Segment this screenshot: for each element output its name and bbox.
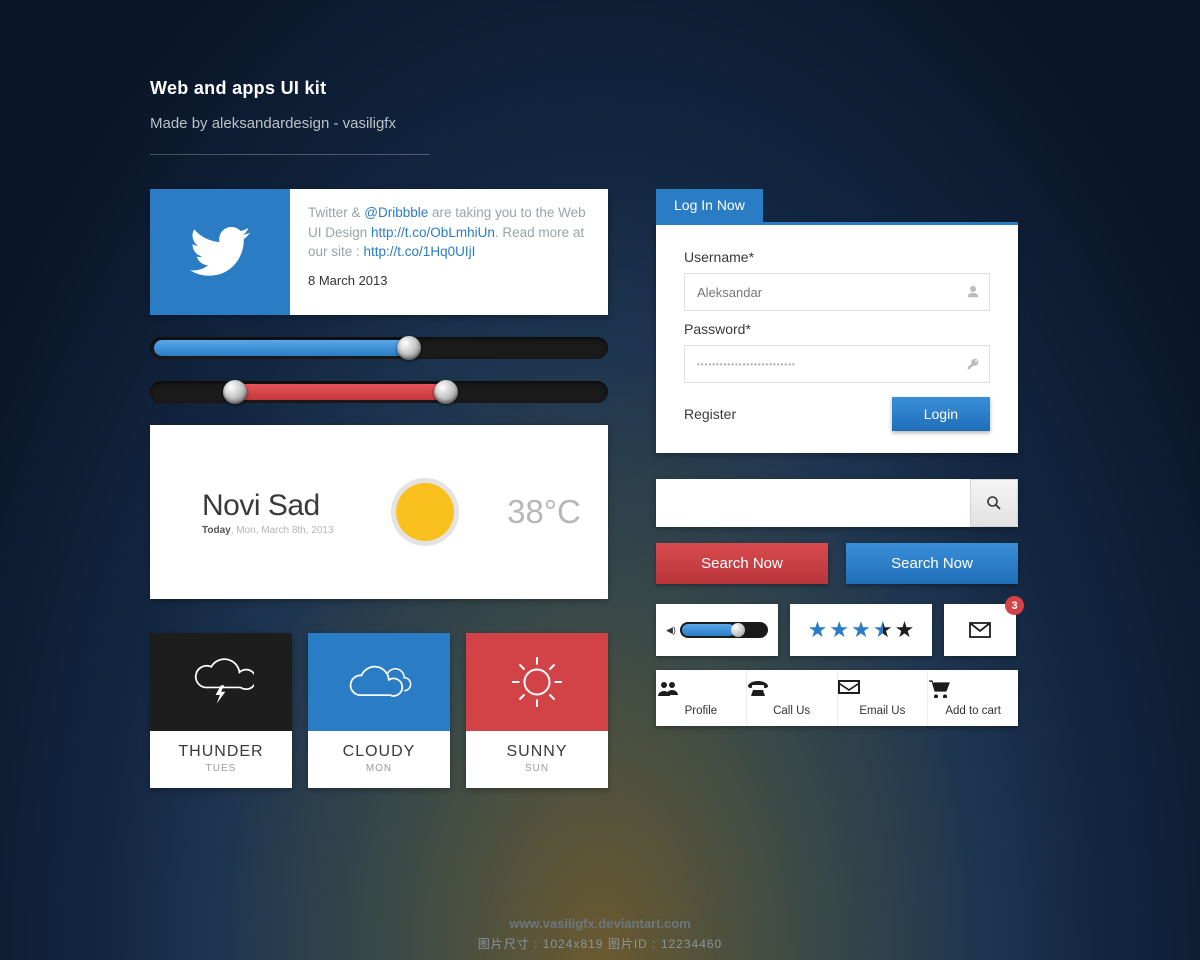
- forecast-tile-sunny[interactable]: SUNNYSUN: [466, 633, 608, 788]
- register-link[interactable]: Register: [684, 406, 736, 422]
- icon-nav: Profile Call Us Email Us: [656, 670, 1018, 726]
- page-header: Web and apps UI kit Made by aleksandarde…: [150, 78, 1050, 155]
- cart-icon: [928, 680, 1018, 702]
- mail-badge: 3: [1005, 596, 1024, 615]
- mail-card[interactable]: 3: [944, 604, 1016, 656]
- weather-card: Novi Sad Today, Mon, March 8th, 2013 38°…: [150, 425, 608, 599]
- twitter-handle[interactable]: @Dribbble: [364, 205, 428, 220]
- slider-range[interactable]: [150, 381, 608, 403]
- star-icon: ★: [829, 617, 849, 643]
- forecast-row: THUNDERTUES CLOUDYMON: [150, 633, 608, 788]
- forecast-tile-thunder[interactable]: THUNDERTUES: [150, 633, 292, 788]
- username-input[interactable]: [684, 273, 990, 311]
- username-label: Username*: [684, 249, 990, 265]
- phone-icon: [747, 680, 837, 702]
- weather-city: Novi Sad: [202, 489, 370, 523]
- search-input[interactable]: [656, 479, 970, 527]
- cloudy-icon: [344, 658, 414, 706]
- volume-card: ◀): [656, 604, 778, 656]
- weather-temp: 38°C: [480, 493, 608, 531]
- page-title: Web and apps UI kit: [150, 78, 1050, 99]
- mail-icon: [969, 622, 991, 638]
- volume-icon: ◀): [666, 625, 676, 636]
- slider-range-end-knob[interactable]: [434, 380, 458, 404]
- login-button[interactable]: Login: [892, 397, 990, 431]
- nav-cart[interactable]: Add to cart: [928, 670, 1018, 726]
- twitter-icon-tile: [150, 189, 290, 315]
- twitter-link-1[interactable]: http://t.co/ObLmhiUn: [371, 225, 495, 240]
- email-icon: [838, 680, 928, 702]
- search-bar: [656, 479, 1018, 527]
- key-icon: [966, 357, 980, 371]
- search-icon-button[interactable]: [970, 479, 1018, 527]
- slider-single-knob[interactable]: [397, 336, 421, 360]
- twitter-bird-icon: [189, 227, 251, 277]
- slider-single-fill: [154, 340, 410, 356]
- twitter-card: Twitter & @Dribbble are taking you to th…: [150, 189, 608, 315]
- thunder-icon: [188, 657, 254, 707]
- page-subtitle: Made by aleksandardesign - vasiligfx: [150, 115, 1050, 132]
- footer-meta: 图片尺寸 : 1024x819 图片ID : 12234460: [0, 935, 1200, 952]
- rating-card[interactable]: ★ ★ ★ ★ ★: [790, 604, 932, 656]
- footer-url: www.vasiligfx.deviantart.com: [0, 916, 1200, 931]
- login-panel: Username* Password* Register Login: [656, 222, 1018, 453]
- slider-range-start-knob[interactable]: [223, 380, 247, 404]
- page-footer: www.vasiligfx.deviantart.com 图片尺寸 : 1024…: [0, 916, 1200, 952]
- nav-call[interactable]: Call Us: [747, 670, 838, 726]
- password-label: Password*: [684, 321, 990, 337]
- search-now-blue-button[interactable]: Search Now: [846, 543, 1018, 584]
- sun-icon: [396, 483, 454, 541]
- nav-email[interactable]: Email Us: [838, 670, 929, 726]
- search-icon: [986, 495, 1002, 511]
- slider-range-fill: [232, 384, 443, 400]
- password-input[interactable]: [684, 345, 990, 383]
- sunny-icon: [507, 652, 567, 712]
- star-half-icon: ★: [873, 617, 893, 643]
- nav-profile[interactable]: Profile: [656, 670, 747, 726]
- search-now-red-button[interactable]: Search Now: [656, 543, 828, 584]
- star-icon: ★: [808, 617, 828, 643]
- user-icon: [966, 285, 980, 299]
- forecast-tile-cloudy[interactable]: CLOUDYMON: [308, 633, 450, 788]
- twitter-link-2[interactable]: http://t.co/1Hq0UIjI: [364, 244, 476, 259]
- volume-knob[interactable]: [731, 623, 745, 637]
- login-tab[interactable]: Log In Now: [656, 189, 763, 222]
- twitter-date: 8 March 2013: [308, 272, 588, 291]
- star-icon: ★: [851, 617, 871, 643]
- twitter-body: Twitter & @Dribbble are taking you to th…: [290, 189, 608, 315]
- weather-date: Today, Mon, March 8th, 2013: [202, 525, 370, 536]
- slider-single[interactable]: [150, 337, 608, 359]
- profile-icon: [656, 680, 746, 702]
- header-divider: [150, 154, 430, 155]
- volume-slider[interactable]: [680, 622, 768, 638]
- star-empty-icon: ★: [895, 617, 915, 643]
